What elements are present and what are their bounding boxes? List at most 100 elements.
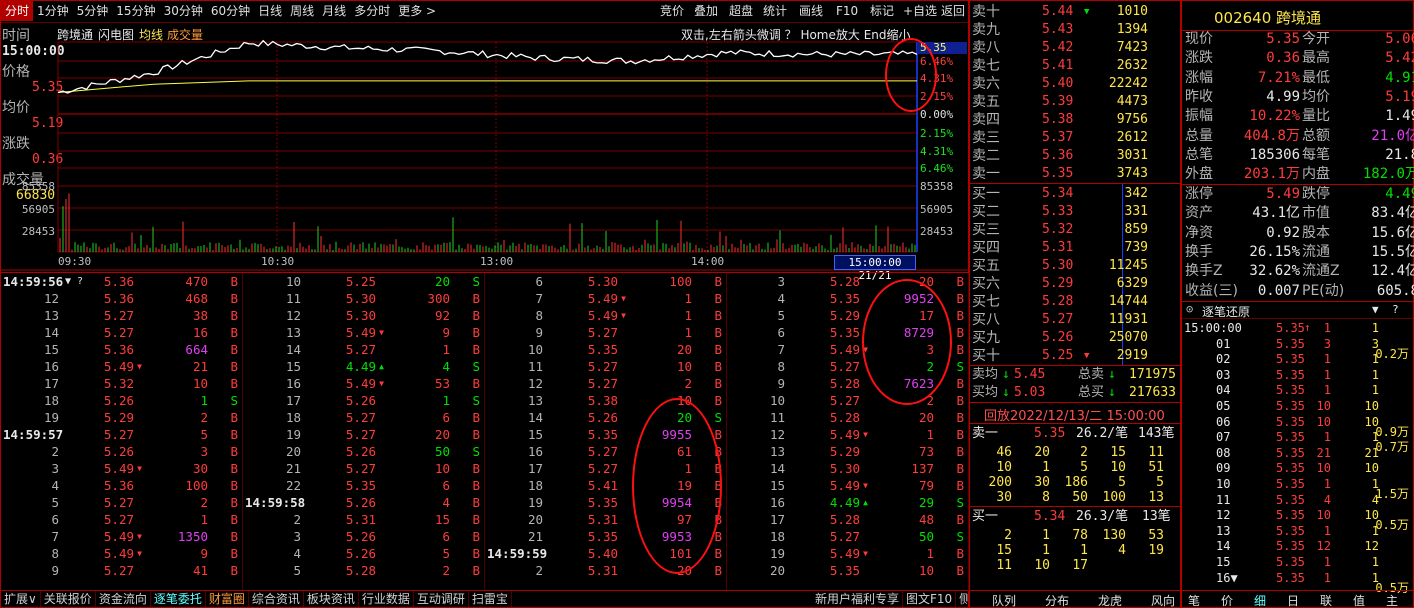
bottom-tab[interactable]: 互动调研 (414, 591, 469, 607)
trade-time: 14 (285, 342, 301, 357)
trade-row: 8 5.49 ▼ 9 B (1, 545, 242, 562)
trade-price: 5.27 (103, 512, 134, 527)
detail-qty: 10 (1316, 399, 1331, 413)
sell1-label: 卖一 (972, 426, 999, 441)
trade-time: 5 (51, 495, 59, 510)
ask-level: 卖九 5.43 1394 (970, 21, 1180, 39)
trade-time: 7 (777, 342, 785, 357)
level-price: 5.32 (1042, 222, 1074, 237)
level-price: 5.25 (1042, 348, 1074, 363)
trade-side: B (230, 478, 238, 493)
trade-row: 13 5.49 ▼ 9 B (243, 324, 484, 341)
level-price: 5.30 (1042, 258, 1074, 273)
collapse-icon[interactable]: ⊙ (1186, 302, 1193, 316)
trade-price: 4.49 (345, 359, 376, 374)
trade-time: 15 (527, 427, 543, 442)
buy1-avg: 26.3/笔 (1076, 509, 1129, 524)
detail-time: 13 (1216, 523, 1231, 538)
bottom-tab[interactable]: 逐笔委托 (151, 591, 206, 607)
bottom-tab[interactable]: 综合资讯 (249, 591, 304, 607)
filter-icon[interactable]: ▼ (1372, 303, 1379, 316)
level-volume: 342 (1124, 186, 1148, 201)
total-buy-value: 217633 (1129, 385, 1176, 400)
trade-side: B (230, 342, 238, 357)
stat-label: 最低 (1302, 69, 1330, 86)
level-label: 买六 (972, 276, 1000, 292)
level-label: 买二 (972, 204, 1000, 220)
trade-price: 5.38 (587, 393, 618, 408)
orderbook-tab[interactable]: 风向 (1151, 592, 1175, 608)
detail-tab[interactable]: 联 (1320, 592, 1332, 608)
queue-cell: 51 (1148, 460, 1164, 475)
trade-price: 5.36 (103, 342, 134, 357)
trade-side: B (472, 478, 480, 493)
bottom-tab[interactable]: 扩展∨ (1, 591, 41, 607)
intraday-chart[interactable]: 6.46%4.31%2.15%0.00%2.15%4.31%6.46%85358… (0, 0, 969, 272)
trade-time: 7 (535, 291, 543, 306)
limit-up-arrow: ▼ (137, 464, 142, 473)
trade-row: 2 5.26 3 B (1, 443, 242, 460)
detail-tab[interactable]: 值 (1353, 592, 1365, 608)
trade-time: 12 (43, 291, 59, 306)
trade-time: 4 (777, 291, 785, 306)
detail-tab[interactable]: 主 (1386, 592, 1398, 608)
orderbook-tab[interactable]: 队列 (992, 592, 1016, 608)
trade-volume: 10 (676, 359, 692, 374)
detail-qty: 3 (1323, 336, 1331, 351)
bottom-tab[interactable]: 新用户福利专享 (812, 591, 903, 607)
bottom-tab[interactable]: 关联报价 (41, 591, 96, 607)
level-volume: 2919 (1116, 348, 1148, 363)
detail-price: 5.35 (1276, 570, 1305, 585)
trade-price: 5.26 (345, 546, 376, 561)
detail-tab[interactable]: 细 (1254, 592, 1266, 608)
trade-price: 5.26 (345, 495, 376, 510)
trade-row: 12 5.27 2 B (485, 375, 726, 392)
trade-side: B (956, 291, 964, 306)
orderbook-tab[interactable]: 龙虎 (1098, 592, 1122, 608)
trade-side: B (714, 376, 722, 391)
level-volume: 11931 (1108, 312, 1148, 327)
arrow-down-icon[interactable]: ▼ ? (65, 273, 83, 290)
bottom-tab[interactable]: 侧边栏 « (956, 591, 968, 607)
trade-time: 16 (527, 444, 543, 459)
trade-time: 6 (777, 325, 785, 340)
detail-qty2: 1 (1371, 367, 1379, 382)
level-arrow: ▼ (1084, 7, 1090, 17)
queue-cell: 78 (1072, 528, 1088, 543)
detail-tab[interactable]: 日 (1287, 592, 1299, 608)
detail-tab[interactable]: 笔 (1188, 592, 1200, 608)
detail-price: 5.35 (1276, 430, 1305, 445)
help-icon[interactable]: ? (1392, 303, 1399, 316)
trade-row: 14:59:57 5.27 5 B (1, 426, 242, 443)
bottom-tab[interactable]: 图文F10 (903, 591, 957, 607)
detail-tab[interactable]: 价 (1221, 592, 1233, 608)
bottom-tab[interactable]: 资金流向 (96, 591, 151, 607)
level-label: 买五 (972, 258, 1000, 274)
detail-qty: 4 (1323, 492, 1331, 507)
limit-up-arrow: ▼ (379, 379, 384, 388)
trade-side: S (472, 274, 480, 289)
trade-side: B (230, 546, 238, 561)
trade-side: B (230, 410, 238, 425)
orderbook-tab[interactable]: 分布 (1045, 592, 1069, 608)
trade-row: 14 5.30 137 B (727, 460, 968, 477)
bottom-tab[interactable]: 行业数据 (359, 591, 414, 607)
detail-time: 03 (1216, 367, 1231, 382)
trade-time: 20 (527, 512, 543, 527)
detail-amount: 0.2万 (1375, 346, 1409, 361)
trade-side: B (472, 325, 480, 340)
trade-time: 18 (527, 478, 543, 493)
trade-side: B (714, 359, 722, 374)
queue-cell: 5 (1118, 475, 1126, 490)
bottom-tab[interactable]: 扫雷宝 (469, 591, 512, 607)
detail-time: 15 (1216, 555, 1231, 569)
trade-row: 13 5.29 73 B (727, 443, 968, 460)
bottom-tab[interactable]: 板块资讯 (304, 591, 359, 607)
level-volume: 25070 (1108, 330, 1148, 345)
trade-price: 5.27 (103, 495, 134, 510)
trade-side: B (230, 308, 238, 323)
trade-time: 8 (777, 359, 785, 374)
bottom-tab[interactable]: 财富圈 (206, 591, 249, 607)
trade-time: 8 (51, 546, 59, 561)
queue-cell: 19 (1148, 543, 1164, 558)
